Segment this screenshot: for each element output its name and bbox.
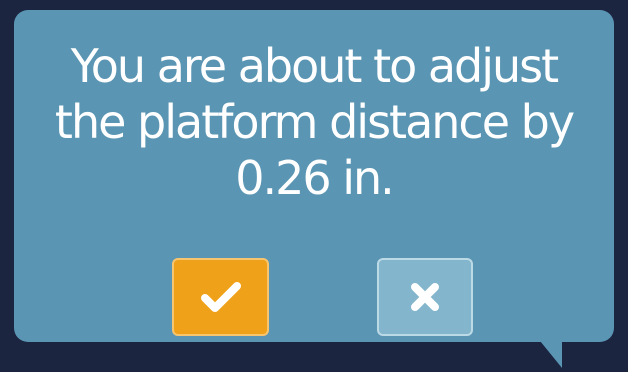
message-line-1: You are about to adjust [70, 39, 559, 93]
close-icon [411, 283, 439, 311]
dialog-pointer [536, 336, 562, 368]
confirmation-dialog: You are about to adjust the platform dis… [14, 10, 614, 342]
checkmark-icon [200, 282, 241, 312]
screen: You are about to adjust the platform dis… [0, 0, 628, 372]
cancel-button[interactable] [377, 258, 473, 336]
confirm-button[interactable] [172, 258, 269, 336]
message-line-3: 0.26 in. [235, 151, 395, 205]
dialog-message: You are about to adjust the platform dis… [14, 38, 614, 206]
message-line-2: the platform distance by [54, 95, 575, 149]
